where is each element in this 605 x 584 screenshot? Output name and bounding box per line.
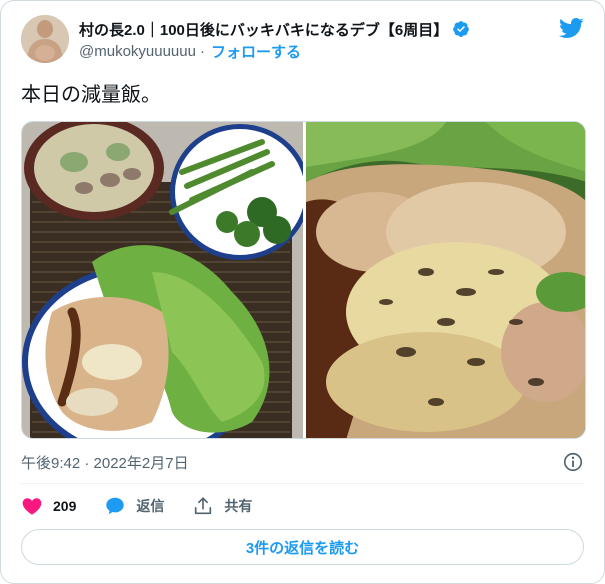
follow-button[interactable]: フォローする bbox=[211, 41, 301, 62]
chicken-closeup-photo[interactable] bbox=[306, 122, 586, 439]
user-handle[interactable]: @mukokyuuuuuu bbox=[79, 43, 196, 60]
tweet-card: 村の長2.0｜100日後にバッキバキになるデブ【6周目】 @mukokyuuuu… bbox=[0, 0, 605, 584]
handle-row: @mukokyuuuuuu · フォローする bbox=[79, 40, 554, 62]
reply-label: 返信 bbox=[136, 498, 165, 514]
tweet-media[interactable] bbox=[21, 121, 586, 439]
share-label: 共有 bbox=[224, 498, 253, 514]
share-button[interactable]: 共有 bbox=[192, 495, 252, 517]
timestamp-row: 午後9:42 · 2022年2月7日 bbox=[21, 451, 584, 473]
reply-bubble-icon bbox=[106, 497, 125, 515]
like-button[interactable]: 209 bbox=[21, 495, 76, 517]
tweet-timestamp[interactable]: 午後9:42 · 2022年2月7日 bbox=[21, 452, 189, 473]
tweet-text: 本日の減量飯。 bbox=[21, 84, 161, 106]
like-count: 209 bbox=[53, 498, 77, 514]
divider bbox=[21, 483, 584, 484]
action-bar: 209 返信 共有 bbox=[21, 493, 280, 519]
avatar[interactable] bbox=[21, 15, 69, 63]
twitter-bird-icon[interactable] bbox=[558, 17, 584, 39]
info-icon[interactable] bbox=[562, 451, 584, 473]
heart-icon bbox=[22, 498, 42, 515]
reply-button[interactable]: 返信 bbox=[104, 495, 164, 517]
read-replies-label: 3件の返信を読む bbox=[245, 539, 360, 557]
display-name-row: 村の長2.0｜100日後にバッキバキになるデブ【6周目】 bbox=[79, 18, 554, 40]
tweet-header: 村の長2.0｜100日後にバッキバキになるデブ【6周目】 @mukokyuuuu… bbox=[79, 18, 554, 62]
share-icon bbox=[195, 497, 212, 515]
verified-badge-icon bbox=[453, 21, 470, 37]
separator-dot: · bbox=[199, 42, 205, 60]
display-name[interactable]: 村の長2.0｜100日後にバッキバキになるデブ【6周目】 bbox=[79, 19, 448, 40]
meal-photo-overhead[interactable] bbox=[22, 122, 303, 439]
read-replies-button[interactable]: 3件の返信を読む bbox=[21, 529, 584, 565]
